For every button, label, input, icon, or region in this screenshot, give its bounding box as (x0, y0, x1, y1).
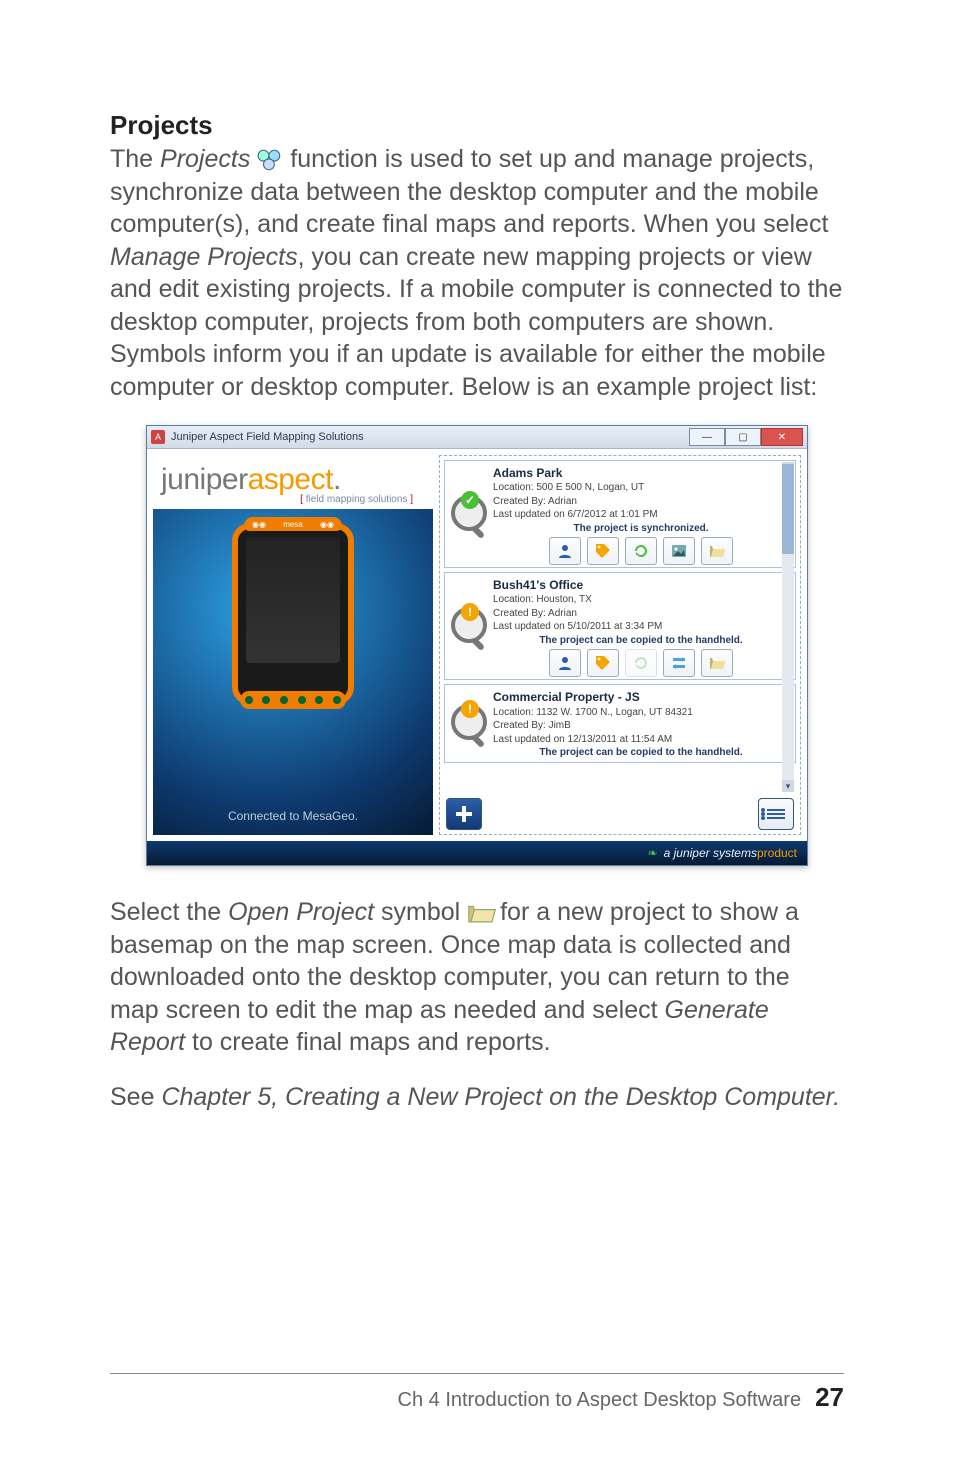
minimize-button[interactable]: — (689, 428, 725, 446)
tool-image-button[interactable] (663, 537, 695, 565)
footer-accent: product (757, 846, 797, 860)
connection-status: Connected to MesaGeo. (153, 809, 433, 823)
project-name: Adams Park (493, 465, 789, 481)
paragraph-3: See Chapter 5, Creating a New Project on… (110, 1081, 844, 1114)
handheld-device-icon: ◉◉mesa◉◉ (232, 523, 354, 705)
titlebar[interactable]: A Juniper Aspect Field Mapping Solutions… (147, 426, 807, 449)
text: symbol (374, 898, 467, 926)
right-pane: ✓ Adams ParkLocation: 500 E 500 N, Logan,… (439, 455, 801, 835)
leaf-icon: ❧ (648, 846, 658, 860)
logo-bracket-r: ] (407, 494, 413, 505)
page-footer: Ch 4 Introduction to Aspect Desktop Soft… (110, 1382, 844, 1413)
chapter-ref: Chapter 5, Creating a New Project on the… (161, 1083, 840, 1111)
project-created-by: Created By: Adrian (493, 495, 789, 509)
project-name: Bush41's Office (493, 577, 789, 593)
status-magnifier-icon: ✓ (449, 491, 485, 539)
project-info: Bush41's OfficeLocation: Houston, TXCrea… (493, 577, 789, 677)
tool-open-button[interactable] (701, 649, 733, 677)
paragraph-2: Select the Open Project symbol for a new… (110, 896, 844, 1059)
project-info: Adams ParkLocation: 500 E 500 N, Logan, … (493, 465, 789, 565)
tool-tag-button[interactable] (587, 649, 619, 677)
project-status: The project is synchronized. (493, 522, 789, 536)
close-button[interactable]: ✕ (761, 428, 803, 446)
add-project-button[interactable] (446, 798, 482, 830)
project-status: The project can be copied to the handhel… (493, 634, 789, 648)
project-created-by: Created By: JimB (493, 719, 789, 733)
text: See (110, 1083, 161, 1111)
tool-tag-button[interactable] (587, 537, 619, 565)
text: The (110, 145, 160, 173)
brand-logo: juniperaspect. [ field mapping solutions… (153, 455, 433, 505)
project-updated: Last updated on 12/13/2011 at 11:54 AM (493, 733, 789, 747)
scroll-thumb[interactable] (782, 464, 794, 554)
tool-person-button[interactable] (549, 537, 581, 565)
paragraph-1: The Projects function is used to set up … (110, 143, 844, 403)
project-updated: Last updated on 6/7/2012 at 1:01 PM (493, 508, 789, 522)
project-location: Location: Houston, TX (493, 593, 789, 607)
status-badge: ✓ (461, 491, 479, 509)
projects-word: Projects (160, 145, 257, 173)
scrollbar[interactable]: ▴ ▾ (782, 462, 794, 792)
status-magnifier-icon: ! (449, 603, 485, 651)
logo-subtitle: field mapping solutions (306, 494, 408, 505)
scroll-down-button[interactable]: ▾ (782, 780, 794, 792)
app-icon: A (151, 430, 165, 444)
left-pane: juniperaspect. [ field mapping solutions… (153, 455, 433, 835)
tool-sync-button[interactable] (663, 649, 695, 677)
footer-text: a juniper systems (664, 846, 757, 860)
project-updated: Last updated on 5/10/2011 at 3:34 PM (493, 620, 789, 634)
tool-person-button[interactable] (549, 649, 581, 677)
manage-projects-word: Manage Projects (110, 243, 298, 271)
page-rule (110, 1373, 844, 1374)
project-name: Commercial Property - JS (493, 689, 789, 705)
page-number: 27 (815, 1382, 844, 1413)
open-project-icon (467, 902, 493, 924)
footer-chapter: Ch 4 Introduction to Aspect Desktop Soft… (398, 1389, 802, 1412)
app-window: A Juniper Aspect Field Mapping Solutions… (146, 425, 808, 866)
tool-refresh-button[interactable] (625, 649, 657, 677)
logo-pre: juniper (161, 463, 248, 496)
project-list: ✓ Adams ParkLocation: 500 E 500 N, Logan,… (444, 460, 796, 763)
app-footer: ❧ a juniper systems product (147, 841, 807, 865)
tool-refresh-button[interactable] (625, 537, 657, 565)
logo-dot: . (333, 463, 341, 496)
project-card[interactable]: !Commercial Property - JSLocation: 1132 … (444, 684, 796, 762)
open-project-word: Open Project (228, 898, 374, 926)
project-info: Commercial Property - JSLocation: 1132 W… (493, 689, 789, 759)
window-title: Juniper Aspect Field Mapping Solutions (171, 431, 689, 443)
project-status: The project can be copied to the handhel… (493, 746, 789, 760)
project-location: Location: 1132 W. 1700 N., Logan, UT 843… (493, 706, 789, 720)
project-created-by: Created By: Adrian (493, 607, 789, 621)
tool-open-button[interactable] (701, 537, 733, 565)
list-view-button[interactable] (758, 798, 794, 830)
device-panel: ◉◉mesa◉◉ Connected to MesaGeo. (153, 509, 433, 835)
project-card[interactable]: ✓ Adams ParkLocation: 500 E 500 N, Logan,… (444, 460, 796, 568)
text: to create final maps and reports. (185, 1028, 550, 1056)
section-heading: Projects (110, 110, 844, 141)
status-magnifier-icon: ! (449, 700, 485, 748)
projects-icon (257, 149, 283, 171)
project-location: Location: 500 E 500 N, Logan, UT (493, 481, 789, 495)
logo-mid: aspect (248, 463, 333, 496)
project-card[interactable]: !Bush41's OfficeLocation: Houston, TXCre… (444, 572, 796, 680)
device-brand: mesa (283, 520, 303, 529)
text: Select the (110, 898, 228, 926)
maximize-button[interactable]: ▢ (725, 428, 761, 446)
